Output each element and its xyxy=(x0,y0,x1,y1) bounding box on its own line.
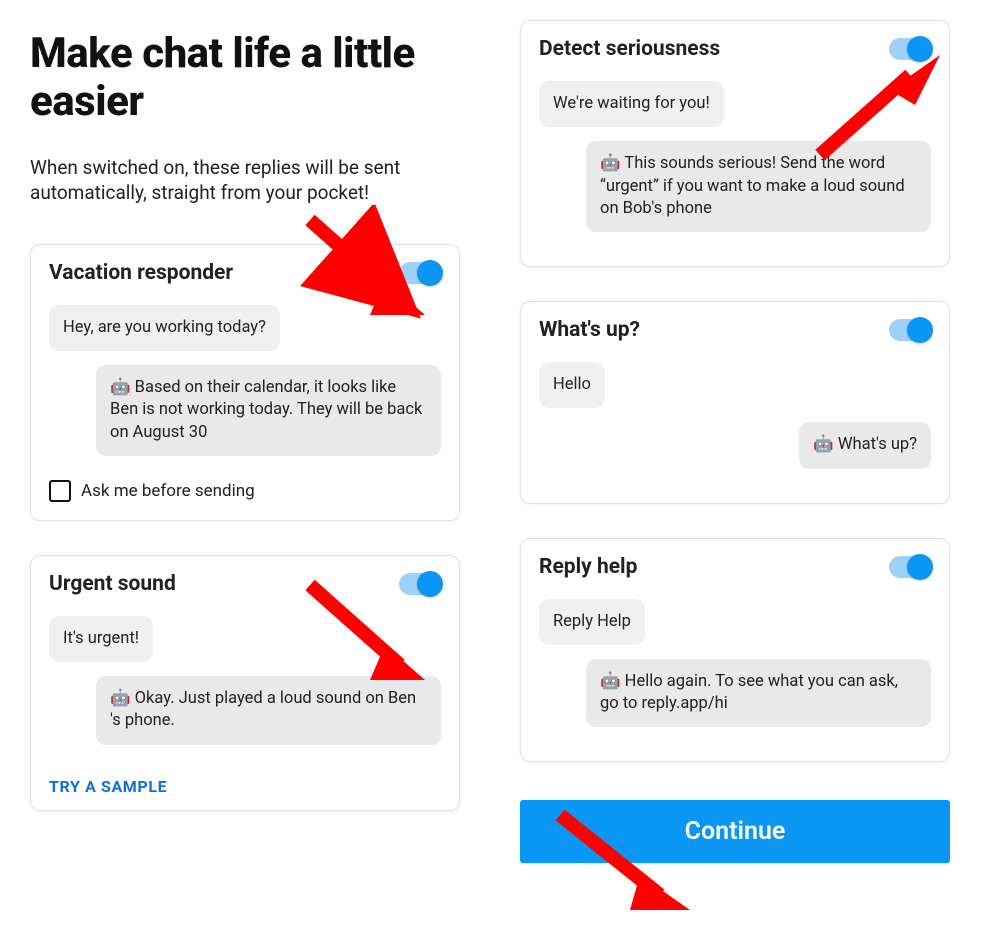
card-urgent-sound: Urgent sound It's urgent! 🤖 Okay. Just p… xyxy=(30,555,460,811)
chat-bubble-reply: 🤖 Hello again. To see what you can ask, … xyxy=(586,659,931,728)
card-title-urgent: Urgent sound xyxy=(49,572,176,596)
card-vacation-responder: Vacation responder Hey, are you working … xyxy=(30,244,460,521)
card-title-vacation: Vacation responder xyxy=(49,261,233,285)
try-sample-link[interactable]: TRY A SAMPLE xyxy=(49,777,167,796)
card-whats-up: What's up? Hello 🤖 What's up? xyxy=(520,301,950,504)
card-reply-help: Reply help Reply Help 🤖 Hello again. To … xyxy=(520,538,950,763)
toggle-replyhelp[interactable] xyxy=(889,556,931,578)
toggle-whatsup[interactable] xyxy=(889,319,931,341)
chat-bubble-incoming: It's urgent! xyxy=(49,616,153,662)
chat-bubble-incoming: Reply Help xyxy=(539,599,645,645)
toggle-vacation[interactable] xyxy=(399,262,441,284)
card-title-seriousness: Detect seriousness xyxy=(539,37,720,61)
card-title-replyhelp: Reply help xyxy=(539,555,637,579)
page-title: Make chat life a little easier xyxy=(30,30,460,127)
card-title-whatsup: What's up? xyxy=(539,318,640,342)
toggle-seriousness[interactable] xyxy=(889,38,931,60)
chat-bubble-incoming: Hey, are you working today? xyxy=(49,305,280,351)
card-detect-seriousness: Detect seriousness We're waiting for you… xyxy=(520,20,950,267)
checkbox-ask-before-sending[interactable] xyxy=(49,480,71,502)
chat-bubble-reply: 🤖 Okay. Just played a loud sound on Ben … xyxy=(96,676,441,745)
toggle-urgent[interactable] xyxy=(399,573,441,595)
chat-bubble-incoming: Hello xyxy=(539,362,605,408)
chat-bubble-reply: 🤖 Based on their calendar, it looks like… xyxy=(96,365,441,456)
chat-bubble-incoming: We're waiting for you! xyxy=(539,81,724,127)
chat-bubble-reply: 🤖 This sounds serious! Send the word “ur… xyxy=(586,141,931,232)
checkbox-label: Ask me before sending xyxy=(81,481,255,501)
chat-bubble-reply: 🤖 What's up? xyxy=(799,422,931,468)
right-column: Detect seriousness We're waiting for you… xyxy=(520,20,950,863)
page-subtitle: When switched on, these replies will be … xyxy=(30,155,460,206)
left-column: Make chat life a little easier When swit… xyxy=(30,20,460,863)
continue-button[interactable]: Continue xyxy=(520,800,950,863)
